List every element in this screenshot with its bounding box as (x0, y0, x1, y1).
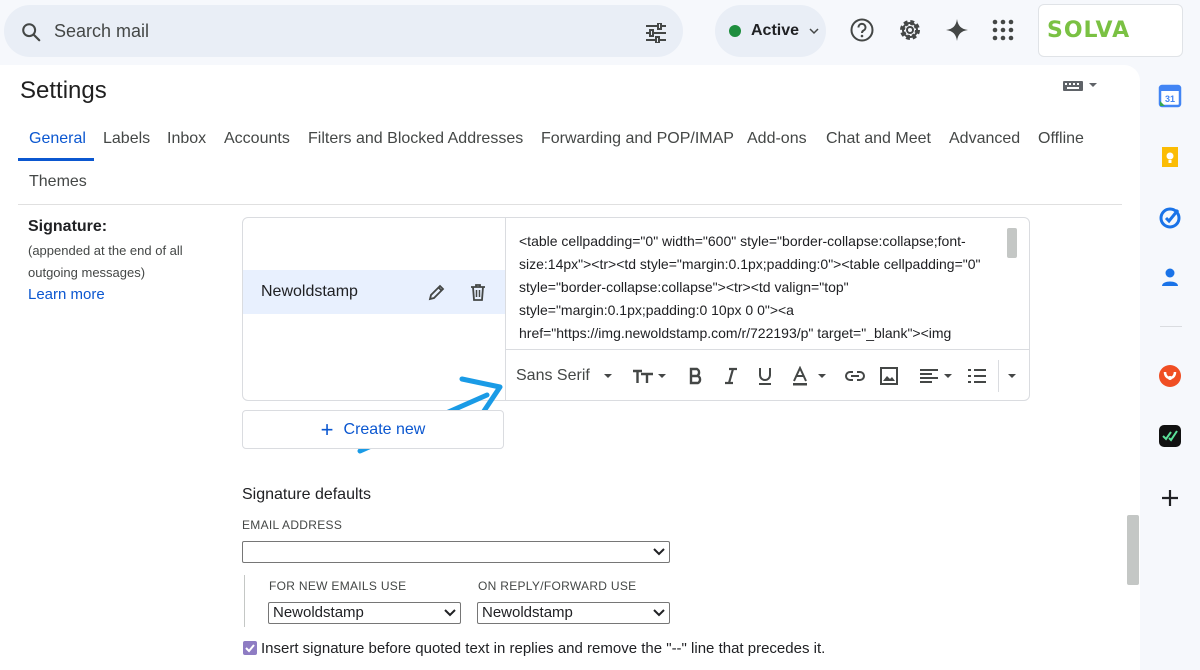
underline-icon[interactable] (757, 366, 773, 386)
checkmark-icon (245, 644, 255, 653)
tab-general[interactable]: General (29, 130, 86, 148)
reply-forward-label: ON REPLY/FORWARD USE (478, 579, 637, 593)
trash-icon[interactable] (469, 282, 487, 302)
apps-grid-icon[interactable] (990, 17, 1016, 43)
formatting-toolbar: Sans Serif (506, 349, 1029, 400)
new-emails-label: FOR NEW EMAILS USE (269, 579, 407, 593)
page-title: Settings (20, 77, 107, 104)
tab-themes[interactable]: Themes (29, 173, 87, 191)
signature-list-item[interactable]: Newoldstamp (243, 270, 505, 314)
font-family-select[interactable]: Sans Serif (516, 367, 590, 385)
learn-more-link[interactable]: Learn more (28, 286, 105, 303)
signature-defaults-title: Signature defaults (242, 486, 371, 503)
reply-forward-value: Newoldstamp (482, 604, 573, 621)
status-label: Active (751, 22, 800, 39)
numbered-list-icon[interactable] (966, 366, 988, 386)
tab-labels[interactable]: Labels (103, 130, 150, 148)
pencil-icon[interactable] (427, 282, 447, 302)
insert-signature-checkbox[interactable] (243, 641, 257, 655)
chevron-down-icon (444, 609, 456, 617)
insert-image-icon[interactable] (879, 366, 899, 386)
chevron-down-icon (809, 28, 819, 35)
tab-inbox[interactable]: Inbox (167, 130, 206, 148)
font-size-icon[interactable] (631, 366, 667, 386)
search-bar (4, 5, 683, 57)
tab-offline[interactable]: Offline (1038, 130, 1084, 148)
status-selector[interactable]: Active (715, 5, 826, 57)
italic-icon[interactable] (723, 366, 739, 386)
status-dot (729, 25, 741, 37)
search-input[interactable] (54, 19, 614, 43)
font-dropdown-chevron-icon[interactable] (603, 366, 613, 386)
search-icon[interactable] (20, 21, 42, 43)
tab-add-ons[interactable]: Add-ons (747, 130, 807, 148)
editor-scrollbar[interactable] (1007, 228, 1017, 258)
settings-panel: Settings General Labels Inbox Accounts F… (0, 65, 1140, 670)
account-brand-logo[interactable]: SOLVA (1038, 4, 1183, 57)
chevron-down-icon (653, 609, 665, 617)
toolbar-separator (998, 360, 999, 392)
chevron-down-icon (653, 548, 665, 556)
tab-advanced[interactable]: Advanced (949, 130, 1020, 148)
signature-name: Newoldstamp (261, 283, 358, 300)
calendar-icon[interactable]: 31 (1158, 84, 1182, 108)
more-formatting-icon[interactable] (1006, 366, 1018, 386)
reply-forward-signature-select[interactable]: Newoldstamp (477, 602, 670, 624)
new-emails-signature-select[interactable]: Newoldstamp (268, 602, 461, 624)
plus-icon: + (320, 416, 334, 442)
active-tab-indicator (18, 158, 94, 161)
help-icon[interactable] (849, 17, 875, 43)
gear-icon[interactable] (897, 17, 923, 43)
side-panel-divider (1160, 326, 1182, 327)
signature-content-editor[interactable]: <table cellpadding="0" width="600" style… (506, 218, 1029, 349)
create-new-label: Create new (343, 420, 426, 438)
add-addon-icon[interactable] (1158, 486, 1182, 510)
tabs-divider (18, 204, 1122, 205)
text-color-icon[interactable] (792, 366, 828, 386)
brand-logo-text: SOLVA (1047, 18, 1131, 43)
svg-text:31: 31 (1165, 94, 1175, 104)
link-icon[interactable] (844, 366, 866, 386)
align-icon[interactable] (918, 366, 954, 386)
signature-label: Signature: (28, 218, 108, 235)
keep-notes-icon[interactable] (1158, 145, 1182, 169)
email-address-label: EMAIL ADDRESS (242, 518, 343, 532)
defaults-divider (244, 575, 245, 627)
search-options-icon[interactable] (644, 23, 668, 43)
addon-red-icon[interactable] (1158, 364, 1182, 388)
contacts-icon[interactable] (1158, 265, 1182, 289)
bold-icon[interactable] (688, 366, 704, 386)
tasks-icon[interactable] (1158, 205, 1182, 229)
insert-signature-label: Insert signature before quoted text in r… (261, 640, 826, 657)
new-emails-value: Newoldstamp (273, 604, 364, 621)
email-address-select[interactable] (242, 541, 670, 563)
page-scrollbar[interactable] (1127, 515, 1139, 585)
tab-forwarding[interactable]: Forwarding and POP/IMAP (541, 130, 734, 148)
signature-description: (appended at the end of all outgoing mes… (28, 243, 183, 280)
input-tools-icon[interactable] (1062, 79, 1100, 93)
sparkle-icon[interactable] (944, 17, 970, 43)
tab-accounts[interactable]: Accounts (224, 130, 290, 148)
create-new-signature-button[interactable]: + Create new (242, 410, 504, 449)
addon-check-icon[interactable] (1158, 424, 1182, 448)
tab-filters[interactable]: Filters and Blocked Addresses (308, 130, 523, 148)
tab-chat-and-meet[interactable]: Chat and Meet (826, 130, 931, 148)
